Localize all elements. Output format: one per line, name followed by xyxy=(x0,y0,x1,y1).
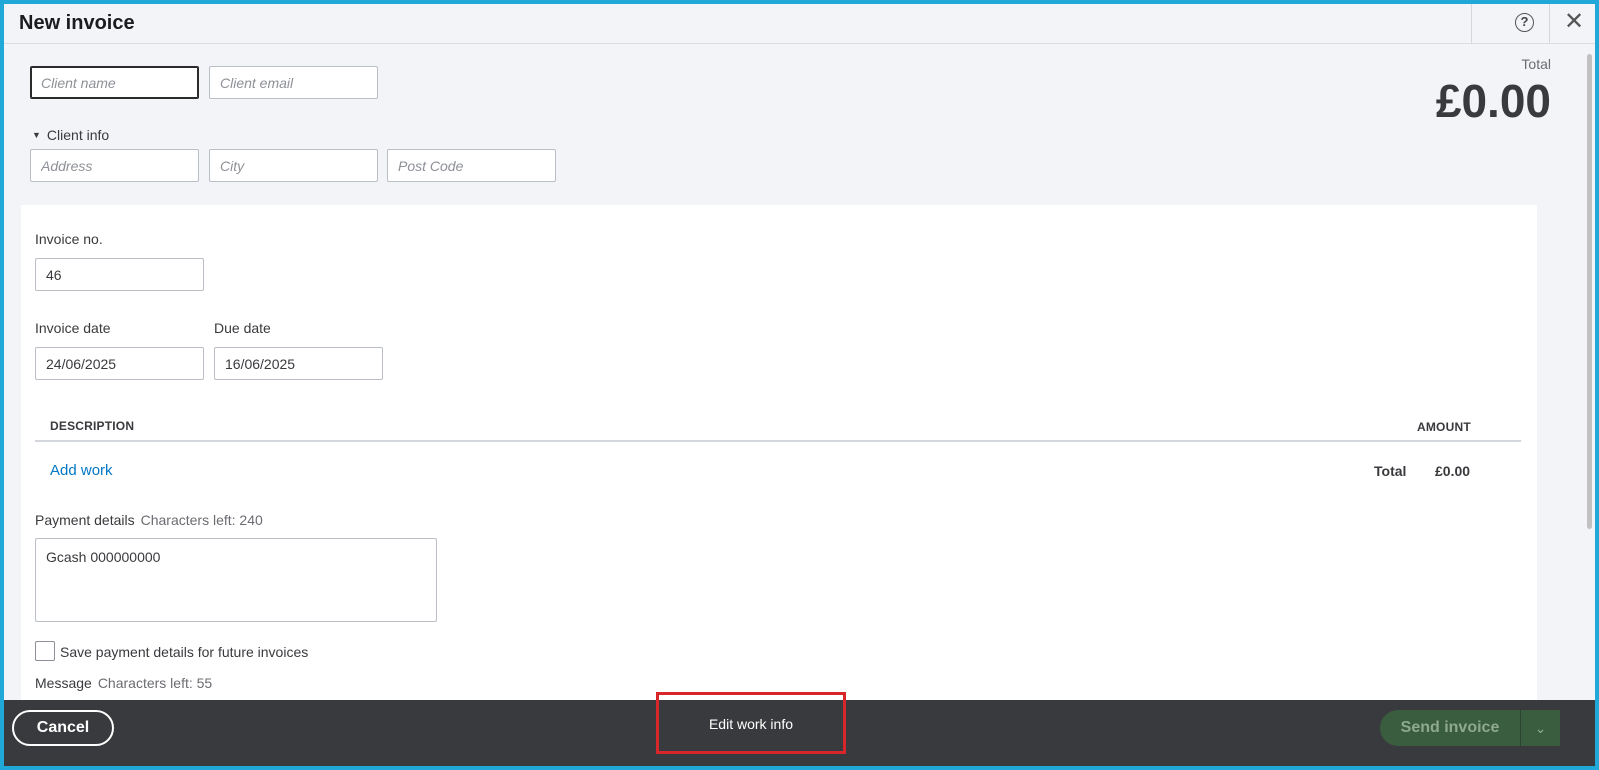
send-invoice-button[interactable]: Send invoice xyxy=(1380,710,1520,746)
cancel-button[interactable]: Cancel xyxy=(12,710,114,746)
save-payment-label: Save payment details for future invoices xyxy=(60,644,309,660)
titlebar-divider xyxy=(1471,4,1472,44)
table-total-value: £0.00 xyxy=(1435,463,1471,479)
invoice-date-input[interactable] xyxy=(35,347,204,380)
page-title: New invoice xyxy=(19,12,135,34)
payment-details-textarea[interactable]: Gcash 000000000 xyxy=(35,538,437,622)
message-title: Message xyxy=(35,675,92,691)
postcode-input[interactable] xyxy=(387,149,556,182)
payment-details-title: Payment details xyxy=(35,512,135,528)
invoice-details-card: Invoice no. Invoice date Due date DESCRI… xyxy=(21,205,1537,705)
chevron-down-icon[interactable]: ⌄ xyxy=(1521,710,1560,746)
edit-work-info-button[interactable]: Edit work info xyxy=(656,692,846,754)
payment-chars-left: Characters left: 240 xyxy=(140,512,263,528)
amount-column-header: AMOUNT xyxy=(1417,420,1471,434)
client-info-toggle[interactable]: ▼ Client info xyxy=(32,127,109,143)
client-info-label: Client info xyxy=(46,127,110,143)
invoice-window: New invoice ? ✕ ▼ Client info Total £0.00… xyxy=(0,0,1599,770)
client-email-input[interactable] xyxy=(209,66,378,99)
help-icon[interactable]: ? xyxy=(1515,13,1534,32)
add-work-link[interactable]: Add work xyxy=(50,462,113,479)
title-bar: New invoice ? ✕ xyxy=(4,4,1595,44)
due-date-label: Due date xyxy=(214,320,271,336)
save-payment-checkbox[interactable] xyxy=(35,641,55,661)
send-invoice-group: Send invoice ⌄ xyxy=(1380,710,1560,746)
titlebar-divider xyxy=(1549,4,1550,44)
address-input[interactable] xyxy=(30,149,199,182)
message-label: Message Characters left: 55 xyxy=(35,675,212,691)
close-icon[interactable]: ✕ xyxy=(1560,8,1588,36)
scrollbar-thumb[interactable] xyxy=(1587,54,1592,529)
total-amount: £0.00 xyxy=(1435,75,1551,127)
client-name-input[interactable] xyxy=(30,66,199,99)
table-divider xyxy=(35,440,1521,442)
footer-bar: Cancel Edit work info Send invoice ⌄ xyxy=(4,692,1595,766)
invoice-number-input[interactable] xyxy=(35,258,204,291)
description-column-header: DESCRIPTION xyxy=(50,419,135,433)
message-chars-left: Characters left: 55 xyxy=(97,675,213,691)
due-date-input[interactable] xyxy=(214,347,383,380)
caret-down-icon: ▼ xyxy=(32,130,41,140)
payment-details-label: Payment details Characters left: 240 xyxy=(35,512,263,528)
invoice-number-label: Invoice no. xyxy=(35,231,103,247)
city-input[interactable] xyxy=(209,149,378,182)
total-label: Total xyxy=(1521,56,1551,72)
invoice-date-label: Invoice date xyxy=(35,320,111,336)
table-total-label: Total xyxy=(1374,463,1407,479)
